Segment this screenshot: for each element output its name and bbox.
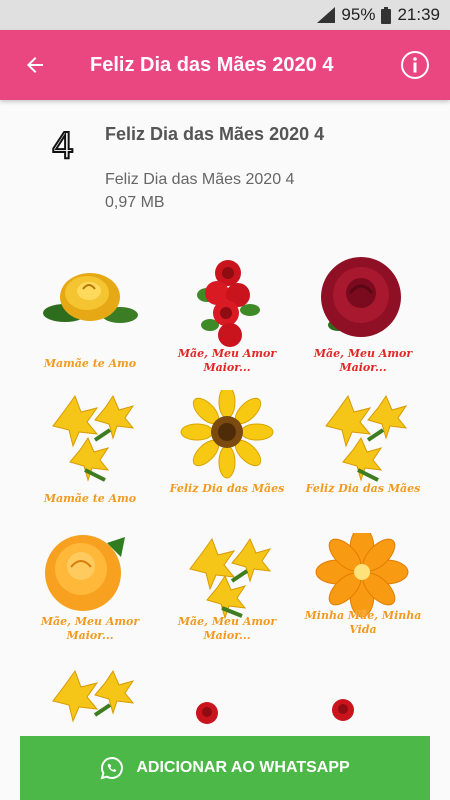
red-roses-bouquet-image: [197, 260, 260, 347]
tray-icon: 4: [51, 125, 76, 164]
sticker-3[interactable]: Mãe, Meu Amor Maior...: [298, 255, 428, 385]
info-icon: [401, 51, 429, 79]
sticker-caption: Mãe, Meu Amor Maior...: [313, 347, 413, 374]
signal-icon: [317, 7, 336, 23]
battery-icon: [381, 6, 392, 24]
small-red-rose-image: [196, 702, 218, 724]
sticker-caption: Mãe, Meu Amor Maior...: [40, 615, 140, 642]
yellow-lilies-image: [52, 669, 135, 723]
sticker-caption: Feliz Dia das Mães: [305, 482, 421, 495]
add-button-label: ADICIONAR AO WHATSAPP: [136, 759, 350, 776]
dark-red-rose-image: [321, 257, 401, 337]
pack-name: Feliz Dia das Mães 2020 4: [105, 124, 325, 144]
sticker-6[interactable]: Feliz Dia das Mães: [298, 390, 428, 520]
yellow-lilies-image: [52, 394, 135, 482]
sticker-caption: Mamãe te Amo: [43, 492, 137, 505]
arrow-left-icon: [27, 57, 43, 73]
sticker-grid: Mamãe te Amo Mãe, Meu Amor Maior... Mãe,…: [0, 245, 450, 735]
info-button[interactable]: [380, 30, 450, 100]
sticker-caption: Mãe, Meu Amor Maior...: [177, 615, 277, 642]
back-button[interactable]: [0, 30, 70, 100]
app-title: Feliz Dia das Mães 2020 4: [90, 53, 334, 76]
sticker-2[interactable]: Mãe, Meu Amor Maior...: [162, 255, 292, 385]
add-to-whatsapp-button[interactable]: ADICIONAR AO WHATSAPP: [20, 736, 430, 800]
sticker-10[interactable]: [25, 665, 155, 735]
app-bar: Feliz Dia das Mães 2020 4: [0, 30, 450, 100]
yellow-lilies-image: [325, 394, 408, 482]
sticker-8[interactable]: Mãe, Meu Amor Maior...: [162, 533, 292, 663]
sticker-caption: Mamãe te Amo: [43, 357, 137, 370]
pack-header: 4 Feliz Dia das Mães 2020 4 Feliz Dia da…: [0, 100, 450, 230]
sticker-caption: Mãe, Meu Amor Maior...: [177, 347, 277, 374]
sunflower-image: [180, 390, 274, 479]
svg-text:4: 4: [52, 126, 75, 164]
sticker-11[interactable]: [162, 665, 292, 735]
sticker-12[interactable]: [298, 665, 428, 735]
pack-size: 0,97 MB: [105, 194, 165, 211]
sticker-9[interactable]: Minha Mãe, Minha Vida: [298, 533, 428, 663]
sticker-caption: Feliz Dia das Mães: [169, 482, 285, 495]
sticker-7[interactable]: Mãe, Meu Amor Maior...: [25, 533, 155, 663]
sticker-1[interactable]: Mamãe te Amo: [25, 255, 155, 385]
battery-percent: 95%: [341, 5, 376, 24]
sticker-5[interactable]: Feliz Dia das Mães: [162, 390, 292, 520]
sticker-4[interactable]: Mamãe te Amo: [25, 390, 155, 520]
status-bar: 95% 21:39: [0, 0, 450, 30]
yellow-rose-image: [43, 273, 138, 323]
pack-publisher: Feliz Dia das Mães 2020 4: [105, 171, 295, 188]
small-red-rose-image: [332, 699, 354, 721]
sticker-caption: Minha Mãe, Minha Vida: [304, 609, 422, 636]
clock: 21:39: [397, 5, 440, 24]
whatsapp-icon: [100, 756, 124, 780]
